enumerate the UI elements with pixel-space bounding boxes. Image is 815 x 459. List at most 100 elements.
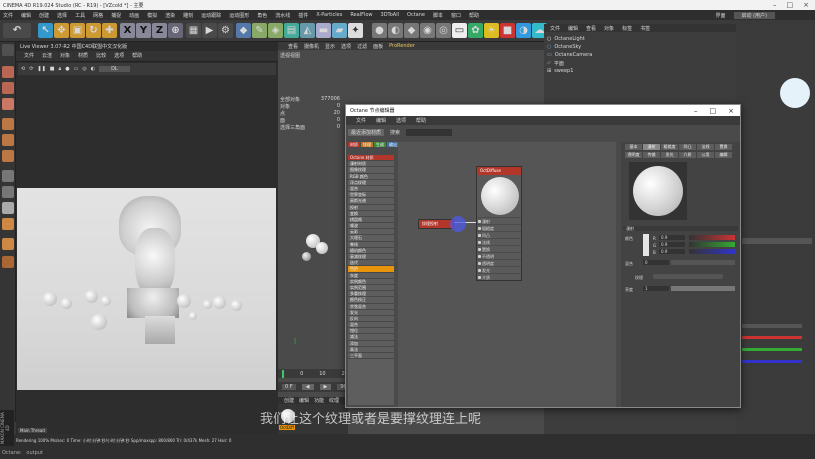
menu-mesh[interactable]: 网格 <box>93 12 103 19</box>
edges-mode-icon[interactable] <box>2 134 14 146</box>
light-icon[interactable]: ✦ <box>348 23 363 38</box>
color-swatch[interactable] <box>643 234 649 256</box>
make-editable-icon[interactable] <box>2 44 14 56</box>
add-icon[interactable]: ✚ <box>102 23 117 38</box>
octane-leaf-icon[interactable]: ✿ <box>468 23 483 38</box>
lv-region-icon[interactable]: ▭ <box>74 66 79 72</box>
lv-menu-help[interactable]: 帮助 <box>132 52 142 59</box>
port-normal[interactable]: 法线 <box>477 238 521 245</box>
rotate-tool-icon[interactable]: ↻ <box>86 23 101 38</box>
maximize-icon[interactable]: □ <box>787 1 794 9</box>
ne-menu-edit[interactable]: 编辑 <box>376 117 386 124</box>
menu-mograph[interactable]: 运动图形 <box>229 12 249 19</box>
cube-icon[interactable]: ◆ <box>236 23 251 38</box>
port-roughness[interactable]: 粗糙度 <box>477 224 521 231</box>
lv-clay-icon[interactable]: ◐ <box>91 66 95 72</box>
menu-animate[interactable]: 动画 <box>129 12 139 19</box>
menu-octane[interactable]: Octane <box>407 12 425 18</box>
om-menu-edit[interactable]: 编辑 <box>568 25 578 32</box>
menu-window[interactable]: 窗口 <box>451 12 461 19</box>
menu-render[interactable]: 渲染 <box>165 12 175 19</box>
tweak-icon[interactable] <box>2 186 14 198</box>
octane-globe-icon[interactable]: ◑ <box>516 23 531 38</box>
tag-generator[interactable]: 生成 <box>374 142 386 147</box>
rgb-b-field[interactable]: 0.9 <box>659 249 685 254</box>
texture-projection-node[interactable]: 纹理投射 <box>418 219 454 229</box>
list-item[interactable]: ○ OctaneLight <box>547 35 736 43</box>
mat-menu-create[interactable]: 创建 <box>284 397 294 404</box>
rgb-b-slider[interactable] <box>689 249 735 254</box>
vp-menu-panel[interactable]: 面板 <box>373 43 383 50</box>
lv-mode-select[interactable]: DL <box>99 66 130 72</box>
octane-material-icon[interactable]: ◉ <box>420 23 435 38</box>
recent-materials-button[interactable]: 最近添加材质 <box>348 128 385 136</box>
subdivision-icon[interactable]: ◈ <box>268 23 283 38</box>
ne-menu-file[interactable]: 文件 <box>356 117 366 124</box>
timeline[interactable]: 0 10 20 <box>278 369 348 378</box>
props-tab-emission[interactable]: 发光 <box>661 152 678 158</box>
move-tool-icon[interactable]: ✥ <box>54 23 69 38</box>
lv-restart-icon[interactable]: ⟳ <box>29 66 33 72</box>
select-tool-icon[interactable]: ↖ <box>38 23 53 38</box>
render-settings-icon[interactable]: ⚙ <box>218 23 233 38</box>
octane-cap-icon[interactable]: ▭ <box>452 23 467 38</box>
props-tab-common[interactable]: 公用 <box>697 152 714 158</box>
polygons-mode-icon[interactable] <box>2 150 14 162</box>
lv-stop-icon[interactable]: ■ <box>50 66 55 72</box>
vp-menu-camera[interactable]: 摄像机 <box>304 43 319 50</box>
menu-3dtoall[interactable]: 3DToAll <box>381 12 400 18</box>
om-menu-tag[interactable]: 标签 <box>622 25 632 32</box>
props-tab-medium[interactable]: 介质 <box>679 152 696 158</box>
props-tab-basic[interactable]: 基本 <box>625 144 642 150</box>
lv-focus-icon[interactable]: ◎ <box>82 66 86 72</box>
props-tab-bump[interactable]: 凹凸 <box>679 144 696 150</box>
mat-menu-function[interactable]: 功能 <box>314 397 324 404</box>
menu-pipeline[interactable]: 流水线 <box>275 12 290 19</box>
attr-red-bar[interactable] <box>742 336 802 339</box>
octane-record-icon[interactable]: ■ <box>500 23 515 38</box>
y-axis-icon[interactable]: Y <box>136 23 151 38</box>
brightness-field[interactable]: 1 <box>643 286 669 291</box>
undo-button[interactable]: ↶ <box>3 23 31 38</box>
node-list-item[interactable]: 三平面 <box>348 353 394 360</box>
menu-create[interactable]: 创建 <box>39 12 49 19</box>
object-name[interactable]: 平面 <box>554 60 564 67</box>
menu-xparticles[interactable]: X-Particles <box>316 12 342 18</box>
port-emission[interactable]: 发光 <box>477 266 521 273</box>
layout-dropdown[interactable]: 启动 (用户) <box>733 11 775 19</box>
lv-menu-options[interactable]: 选项 <box>114 52 124 59</box>
enable-axis-icon[interactable] <box>2 170 14 182</box>
sculpt-icon[interactable] <box>2 256 14 268</box>
object-name[interactable]: OctaneCamera <box>555 52 593 58</box>
minimize-icon[interactable]: – <box>773 1 777 9</box>
camera-icon[interactable]: ▰ <box>332 23 347 38</box>
list-item[interactable]: ▱ 平面 <box>547 59 736 67</box>
tag-material[interactable]: 材质 <box>348 142 360 147</box>
workplane-icon[interactable] <box>2 98 14 110</box>
vp-menu-view[interactable]: 查看 <box>288 43 298 50</box>
props-tab-normal[interactable]: 法线 <box>697 144 714 150</box>
octdiffuse-node[interactable]: OctDiffuse 漫射 粗糙度 凹凸 法线 置换 不透明 透明度 发光 介质 <box>476 166 522 281</box>
om-menu-bookmark[interactable]: 书签 <box>640 25 650 32</box>
model-mode-icon[interactable] <box>2 66 14 78</box>
coordinate-icon[interactable]: ⊕ <box>168 23 183 38</box>
lv-menu-object[interactable]: 对象 <box>60 52 70 59</box>
x-axis-icon[interactable]: X <box>120 23 135 38</box>
object-name[interactable]: OctaneLight <box>554 36 584 42</box>
vp-menu-prorender[interactable]: ProRender <box>389 43 415 49</box>
list-item[interactable]: ⊞ sweep1 <box>547 67 736 75</box>
rgb-g-field[interactable]: 0.9 <box>659 242 685 247</box>
props-tab-opacity[interactable]: 透明度 <box>625 152 642 158</box>
om-menu-object[interactable]: 对象 <box>604 25 614 32</box>
paint-icon[interactable] <box>2 238 14 250</box>
lv-menu-file[interactable]: 文件 <box>24 52 34 59</box>
port-diffuse[interactable]: 漫射 <box>477 217 521 224</box>
mat-menu-texture[interactable]: 纹理 <box>329 397 339 404</box>
menu-snap[interactable]: 捕捉 <box>111 12 121 19</box>
menu-select[interactable]: 选择 <box>57 12 67 19</box>
z-axis-icon[interactable]: Z <box>152 23 167 38</box>
octane-render-icon[interactable]: ◐ <box>388 23 403 38</box>
node-canvas[interactable]: 纹理投射 OctDiffuse 漫射 粗糙度 凹凸 法线 置换 不透明 透明度 … <box>398 142 616 407</box>
ne-close-icon[interactable]: × <box>728 107 734 115</box>
list-item[interactable]: ▭ OctaneCamera <box>547 51 736 59</box>
